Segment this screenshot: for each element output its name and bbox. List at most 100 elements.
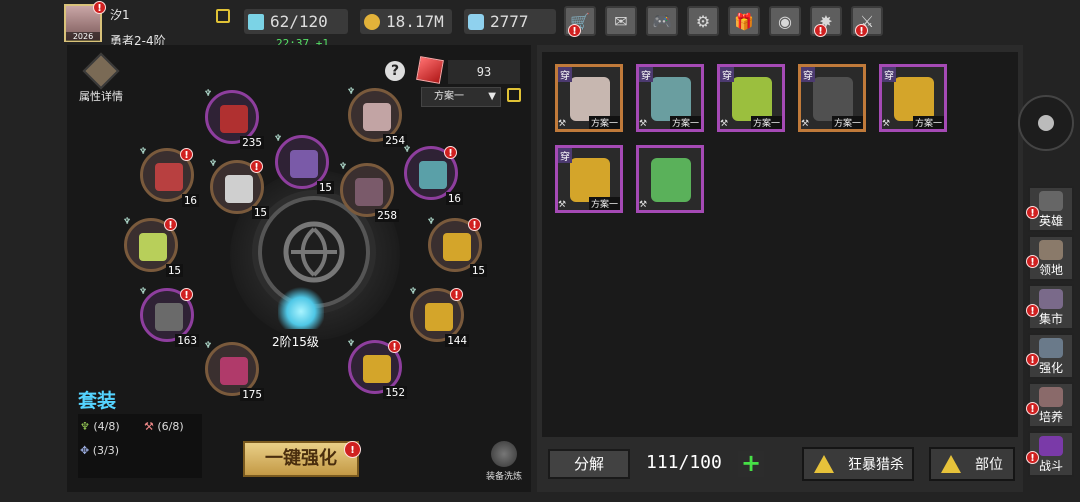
- stamina-display: 62/120: [244, 9, 348, 34]
- equipment-item-icon: [425, 303, 453, 331]
- equipment-slot[interactable]: ♆ 15!: [427, 217, 487, 277]
- slot-filter-label: 部位: [975, 457, 1003, 473]
- slot-level: 235: [240, 136, 264, 149]
- set-crystal-icon: ✥: [80, 444, 93, 457]
- refine-icon: [491, 441, 517, 467]
- item-art-icon: [570, 77, 610, 121]
- equipment-slot[interactable]: ♆ 235: [204, 89, 264, 149]
- slot-level: 152: [383, 386, 407, 399]
- floating-joystick-button[interactable]: [1018, 95, 1074, 151]
- item-art-icon: [894, 77, 934, 121]
- gold-coin-icon: [364, 13, 380, 30]
- castle-icon: [1039, 240, 1063, 260]
- set-marker-icon: ♆: [403, 145, 412, 155]
- slot-alert-icon: !: [388, 340, 401, 353]
- equipment-slot[interactable]: ♆ 16!: [403, 145, 463, 205]
- slot-level: 144: [445, 334, 469, 347]
- shop-button[interactable]: 🛒!: [564, 6, 596, 37]
- set-marker-icon: ♆: [204, 89, 213, 99]
- refine-label: 装备洗炼: [485, 472, 522, 482]
- item-plan-label: 方案一: [912, 116, 944, 129]
- set-marker-icon: ⚒: [558, 200, 567, 210]
- set-marker-icon: ♆: [339, 162, 348, 172]
- battle-button[interactable]: ⚔!: [851, 6, 883, 37]
- gift-button[interactable]: 🎁: [728, 6, 760, 36]
- equipment-slot[interactable]: ♆ 15!: [209, 159, 269, 219]
- equipment-slot[interactable]: ♆ 144!: [409, 287, 469, 347]
- equipment-slot[interactable]: ♆ 163!: [139, 287, 199, 347]
- inventory-item[interactable]: 穿方案一 ⚒: [879, 64, 947, 132]
- set-line-2: ⚒ (6/8): [144, 420, 184, 433]
- set-filter-button[interactable]: 狂暴猎杀: [802, 447, 914, 481]
- equipment-slot[interactable]: ♆ 15: [274, 134, 334, 194]
- equipment-slot[interactable]: ♆ 15!: [123, 217, 183, 277]
- equipment-item-icon: [220, 357, 248, 385]
- item-plan-label: 方案一: [831, 116, 863, 129]
- sidebar-merchant-button[interactable]: 集市!: [1026, 284, 1074, 330]
- inventory-item[interactable]: 穿方案一 ⚒: [717, 64, 785, 132]
- set-marker-icon: ♆: [427, 217, 436, 227]
- set-marker-icon: ♆: [409, 287, 418, 297]
- help-icon[interactable]: ?: [385, 61, 405, 81]
- equipment-item-icon: [443, 233, 471, 261]
- slot-filter-button[interactable]: 部位: [929, 447, 1015, 481]
- inventory-item[interactable]: 穿方案一 ⚒: [798, 64, 866, 132]
- equipment-slot[interactable]: ♆ 254: [347, 87, 407, 147]
- equipment-item-icon: [225, 175, 253, 203]
- set-marker-icon: ♆: [139, 287, 148, 297]
- avatar-alert-icon: !: [93, 1, 106, 14]
- edit-name-icon[interactable]: [216, 9, 230, 23]
- wings-slot[interactable]: 2阶15级: [268, 285, 334, 349]
- player-avatar[interactable]: 2026 !: [64, 1, 106, 42]
- slot-level: 15: [469, 264, 487, 277]
- wings-icon: [278, 285, 324, 329]
- inventory-item[interactable]: ⚒: [636, 145, 704, 213]
- slot-level: 175: [240, 388, 264, 401]
- equipment-slot[interactable]: ♆ 16!: [139, 147, 199, 207]
- ruby-icon: [416, 56, 444, 84]
- equipment-item-icon: [139, 233, 167, 261]
- sidebar-potion-button[interactable]: 培养!: [1026, 382, 1074, 428]
- inventory-item[interactable]: 穿方案一 ⚒: [555, 64, 623, 132]
- mail-button[interactable]: ✉: [605, 6, 637, 36]
- sidebar-castle-button[interactable]: 领地!: [1026, 235, 1074, 281]
- slot-level: 15: [316, 181, 334, 194]
- attribute-icon: [82, 52, 120, 90]
- expand-inventory-button[interactable]: +: [738, 451, 764, 477]
- settings-button[interactable]: ⚙: [687, 6, 719, 36]
- item-art-icon: [570, 158, 610, 202]
- wheel-button[interactable]: ◉: [769, 6, 801, 36]
- warning-triangle-icon: [941, 455, 961, 473]
- set-marker-icon: ♆: [139, 147, 148, 157]
- dropdown-arrow-icon: ▼: [488, 91, 496, 102]
- gold-value: 18.17M: [386, 12, 444, 31]
- scheme-select[interactable]: 方案一 ▼: [421, 87, 501, 107]
- decompose-button[interactable]: 分解: [548, 449, 630, 479]
- equipment-slot[interactable]: ♆ 152!: [347, 339, 407, 399]
- set-marker-icon: ♆: [204, 341, 213, 351]
- equipment-item-icon: [155, 303, 183, 331]
- sidebar-anvil-button[interactable]: 强化!: [1026, 333, 1074, 379]
- slot-level: 15: [165, 264, 183, 277]
- inventory-capacity: 111/100: [646, 452, 722, 473]
- equipment-refine-button[interactable]: 装备洗炼: [483, 441, 525, 482]
- item-art-icon: [732, 77, 772, 121]
- event-button[interactable]: ✸!: [810, 6, 842, 37]
- one-click-strengthen-button[interactable]: 一键强化: [243, 441, 359, 477]
- inventory-item[interactable]: 穿方案一 ⚒: [555, 145, 623, 213]
- slot-level: 16: [445, 192, 463, 205]
- set-line-1: ♆ (4/8): [80, 420, 120, 433]
- edit-scheme-icon[interactable]: [507, 88, 521, 102]
- mail-icon: ✉: [614, 11, 628, 31]
- gamepad-button[interactable]: 🎮: [646, 6, 678, 36]
- equipment-slot[interactable]: ♆ 175: [204, 341, 264, 401]
- item-plan-label: 方案一: [669, 116, 701, 129]
- sidebar-portal-button[interactable]: 战斗!: [1026, 431, 1074, 477]
- inventory-item[interactable]: 穿方案一 ⚒: [636, 64, 704, 132]
- sidebar-alert-icon: !: [1026, 255, 1039, 268]
- equipment-slot[interactable]: ♆ 258: [339, 162, 399, 222]
- sidebar-helmet-button[interactable]: 英雄!: [1026, 186, 1074, 232]
- attribute-details-button[interactable]: 属性详情: [76, 52, 126, 104]
- equipment-item-icon: [290, 150, 318, 178]
- player-name: 汐1: [110, 8, 130, 22]
